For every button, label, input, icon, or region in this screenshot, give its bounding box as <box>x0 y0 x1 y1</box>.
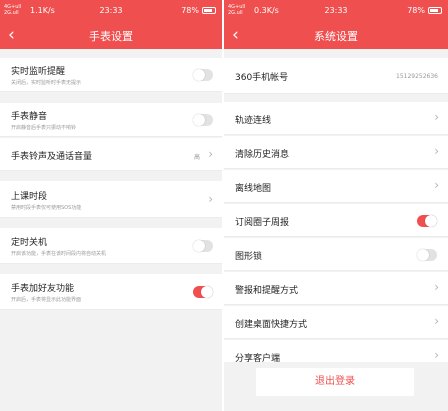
toggle-switch[interactable] <box>417 215 437 227</box>
setting-label: 订阅圈子周报 <box>235 218 290 228</box>
setting-label: 定时关机 <box>11 238 48 248</box>
status-bar: 4G+ull 2G.ull 1.1K/s 23:33 78% <box>0 0 222 23</box>
setting-description: 开启该功能，手表在该时间段内将自动关机 <box>11 251 107 257</box>
setting-row-scheduled-shutdown[interactable]: 定时关机 开启该功能，手表在该时间段内将自动关机 <box>0 228 222 264</box>
setting-row-clear-history[interactable]: 清除历史消息 › <box>224 136 448 169</box>
setting-label: 手表静音 <box>11 112 48 122</box>
setting-label: 分享客户端 <box>235 354 281 364</box>
logout-button[interactable]: 退出登录 <box>256 368 414 396</box>
battery-indicator: 78% <box>181 6 216 15</box>
toggle-knob <box>193 240 205 252</box>
account-phone-number: 15129252636 <box>396 73 438 80</box>
setting-description: 关闭后，实时监听时手表无提示 <box>11 80 82 86</box>
setting-row-listen-reminder[interactable]: 实时监听提醒 关闭后，实时监听时手表无提示 <box>0 58 222 92</box>
setting-row-class-hours[interactable]: 上课时段 禁用时段手表仅可使用SOS功能 › <box>0 181 222 218</box>
chevron-right-icon: › <box>434 280 439 294</box>
nav-bar: ‹ 手表设置 <box>0 23 222 49</box>
toggle-switch[interactable] <box>193 114 213 126</box>
chevron-right-icon: › <box>208 192 213 206</box>
battery-percent: 78% <box>407 6 425 15</box>
setting-label: 图形锁 <box>235 252 263 262</box>
chevron-right-icon: › <box>434 314 439 328</box>
toggle-knob <box>417 249 429 261</box>
chevron-right-icon: › <box>434 110 439 124</box>
toggle-switch[interactable] <box>193 69 213 81</box>
setting-description: 开启后，手表将显示此功能界面 <box>11 297 82 303</box>
setting-label: 创建桌面快捷方式 <box>235 320 308 330</box>
setting-label: 离线地图 <box>235 184 272 194</box>
setting-value: 高 <box>193 154 200 161</box>
setting-row-watch-mute[interactable]: 手表静音 开启静音后手表只振动不响铃 <box>0 103 222 137</box>
setting-description: 开启静音后手表只振动不响铃 <box>11 125 77 131</box>
toggle-switch[interactable] <box>193 286 213 298</box>
setting-label: 实时监听提醒 <box>11 67 66 77</box>
system-settings-screen: 4G+ull 2G.ull 0.3K/s 23:33 78% ‹ 系统设置 36… <box>224 0 448 411</box>
toggle-switch[interactable] <box>417 249 437 261</box>
setting-row-pattern-lock[interactable]: 图形锁 <box>224 238 448 271</box>
watch-settings-screen: 4G+ull 2G.ull 1.1K/s 23:33 78% ‹ 手表设置 实时… <box>0 0 222 411</box>
toggle-switch[interactable] <box>193 240 213 252</box>
chevron-right-icon: › <box>434 178 439 192</box>
setting-row-ringtone-volume[interactable]: 手表铃声及通话音量 高 › <box>0 138 222 171</box>
setting-row-alert-method[interactable]: 警报和提醒方式 › <box>224 272 448 305</box>
toggle-knob <box>425 215 437 227</box>
chevron-right-icon: › <box>208 147 213 161</box>
toggle-knob <box>193 114 205 126</box>
setting-description: 禁用时段手表仅可使用SOS功能 <box>11 205 82 211</box>
account-row[interactable]: 360手机帐号 15129252636 <box>224 58 448 94</box>
account-label: 360手机帐号 <box>235 73 289 83</box>
setting-label: 上课时段 <box>11 192 48 202</box>
setting-label: 手表铃声及通话音量 <box>11 152 93 162</box>
setting-label: 手表加好友功能 <box>11 284 75 294</box>
battery-indicator: 78% <box>407 6 442 15</box>
setting-row-track-line[interactable]: 轨迹连线 › <box>224 102 448 135</box>
toggle-knob <box>201 286 213 298</box>
chevron-right-icon: › <box>434 144 439 158</box>
battery-percent: 78% <box>181 6 199 15</box>
page-title: 手表设置 <box>89 30 133 43</box>
battery-icon <box>202 7 216 14</box>
setting-label: 警报和提醒方式 <box>235 286 299 296</box>
setting-row-offline-map[interactable]: 离线地图 › <box>224 170 448 203</box>
setting-label: 清除历史消息 <box>235 150 290 160</box>
nav-bar: ‹ 系统设置 <box>224 23 448 49</box>
setting-label: 轨迹连线 <box>235 116 272 126</box>
status-bar: 4G+ull 2G.ull 0.3K/s 23:33 78% <box>224 0 448 23</box>
setting-row-circle-weekly[interactable]: 订阅圈子周报 <box>224 204 448 237</box>
setting-row-add-friends[interactable]: 手表加好友功能 开启后，手表将显示此功能界面 <box>0 274 222 310</box>
setting-row-share-client[interactable]: 分享客户端 › <box>224 340 448 364</box>
battery-icon <box>428 7 442 14</box>
toggle-knob <box>193 69 205 81</box>
chevron-right-icon: › <box>434 348 439 362</box>
setting-row-desktop-shortcut[interactable]: 创建桌面快捷方式 › <box>224 306 448 339</box>
page-title: 系统设置 <box>314 30 358 43</box>
